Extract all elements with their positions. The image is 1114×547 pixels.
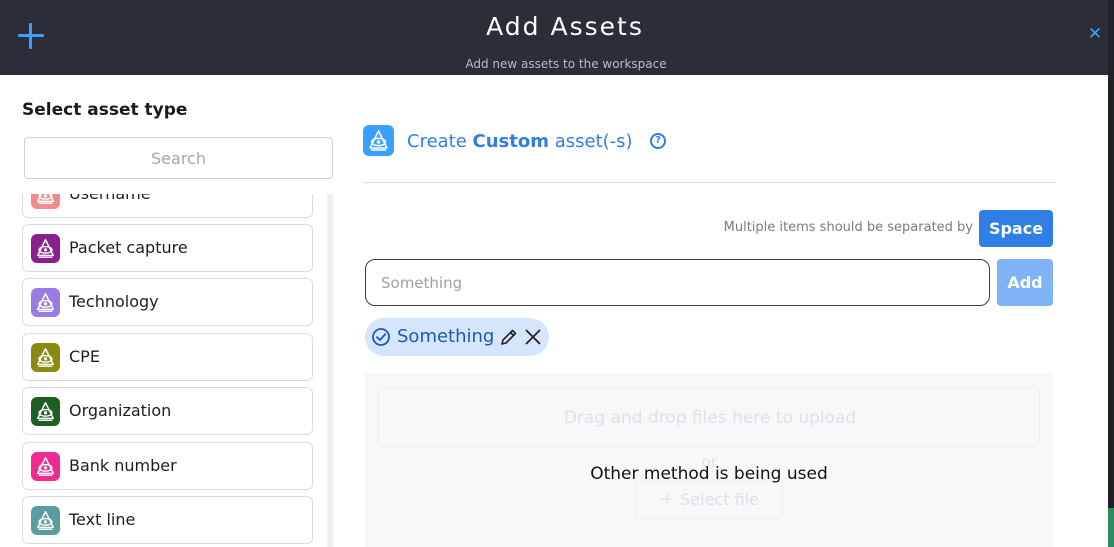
check-circle-icon — [372, 328, 390, 346]
asset-type-list: Username Packet capture Technology CPE O… — [18, 194, 330, 547]
text-line-icon — [31, 506, 60, 535]
asset-type-label: Organization — [69, 401, 172, 420]
upload-disabled-message: Other method is being used — [590, 464, 828, 484]
asset-type-label: Technology — [69, 292, 159, 311]
drop-zone-text: Drag and drop files here to upload — [563, 408, 857, 428]
asset-type-item-text-line[interactable]: Text line — [22, 496, 313, 544]
chip-label: Something — [397, 326, 495, 347]
file-upload-area: Drag and drop files here to upload or ＋ … — [365, 373, 1053, 547]
select-file-button: ＋ Select file — [635, 481, 783, 519]
organization-icon — [31, 397, 60, 426]
modal-header: Add Assets Add new assets to the workspa… — [0, 0, 1108, 75]
modal-title: Add Assets — [486, 12, 644, 41]
technology-icon — [31, 288, 60, 317]
create-prefix: Create — [407, 131, 473, 152]
asset-type-label: Username — [69, 194, 151, 203]
cpe-icon — [31, 343, 60, 372]
custom-asset-icon — [363, 125, 394, 156]
asset-type-label: Text line — [69, 510, 136, 529]
username-icon — [31, 194, 60, 209]
asset-type-item-technology[interactable]: Technology — [22, 278, 313, 326]
modal-subtitle: Add new assets to the workspace — [465, 57, 667, 71]
section-divider — [363, 182, 1056, 183]
select-file-label: Select file — [680, 490, 759, 509]
packet-capture-icon — [31, 234, 60, 263]
asset-value-input[interactable] — [365, 259, 990, 306]
asset-type-label: Bank number — [69, 456, 177, 475]
add-button[interactable]: Add — [997, 259, 1053, 306]
asset-type-label: Packet capture — [69, 238, 188, 257]
space-separator-button[interactable]: Space — [979, 210, 1053, 247]
asset-chip: Something — [365, 318, 549, 356]
asset-list-scrollbar[interactable] — [327, 194, 333, 547]
asset-type-item-username[interactable]: Username — [22, 194, 313, 218]
asset-type-heading: Select asset type — [22, 100, 188, 120]
bank-number-icon — [31, 452, 60, 481]
close-icon[interactable] — [523, 327, 543, 347]
create-type: Custom — [472, 131, 549, 152]
separator-hint: Multiple items should be separated by — [723, 220, 973, 235]
asset-type-label: CPE — [69, 347, 100, 366]
asset-type-item-cpe[interactable]: CPE — [22, 333, 313, 381]
asset-type-item-packet-capture[interactable]: Packet capture — [22, 224, 313, 272]
asset-type-item-organization[interactable]: Organization — [22, 387, 313, 435]
asset-type-item-bank-number[interactable]: Bank number — [22, 442, 313, 490]
close-icon[interactable]: ✕ — [1086, 25, 1104, 43]
pencil-icon[interactable] — [499, 327, 519, 347]
search-input[interactable] — [24, 137, 333, 179]
question-icon[interactable]: ? — [650, 133, 666, 149]
create-suffix: asset(-s) — [549, 131, 633, 152]
background-edge-accent — [1108, 508, 1114, 547]
create-asset-title: Create Custom asset(-s) — [407, 131, 633, 152]
background-edge — [1108, 0, 1114, 547]
add-assets-modal: Add Assets Add new assets to the workspa… — [0, 0, 1108, 547]
drop-zone: Drag and drop files here to upload — [378, 387, 1040, 447]
